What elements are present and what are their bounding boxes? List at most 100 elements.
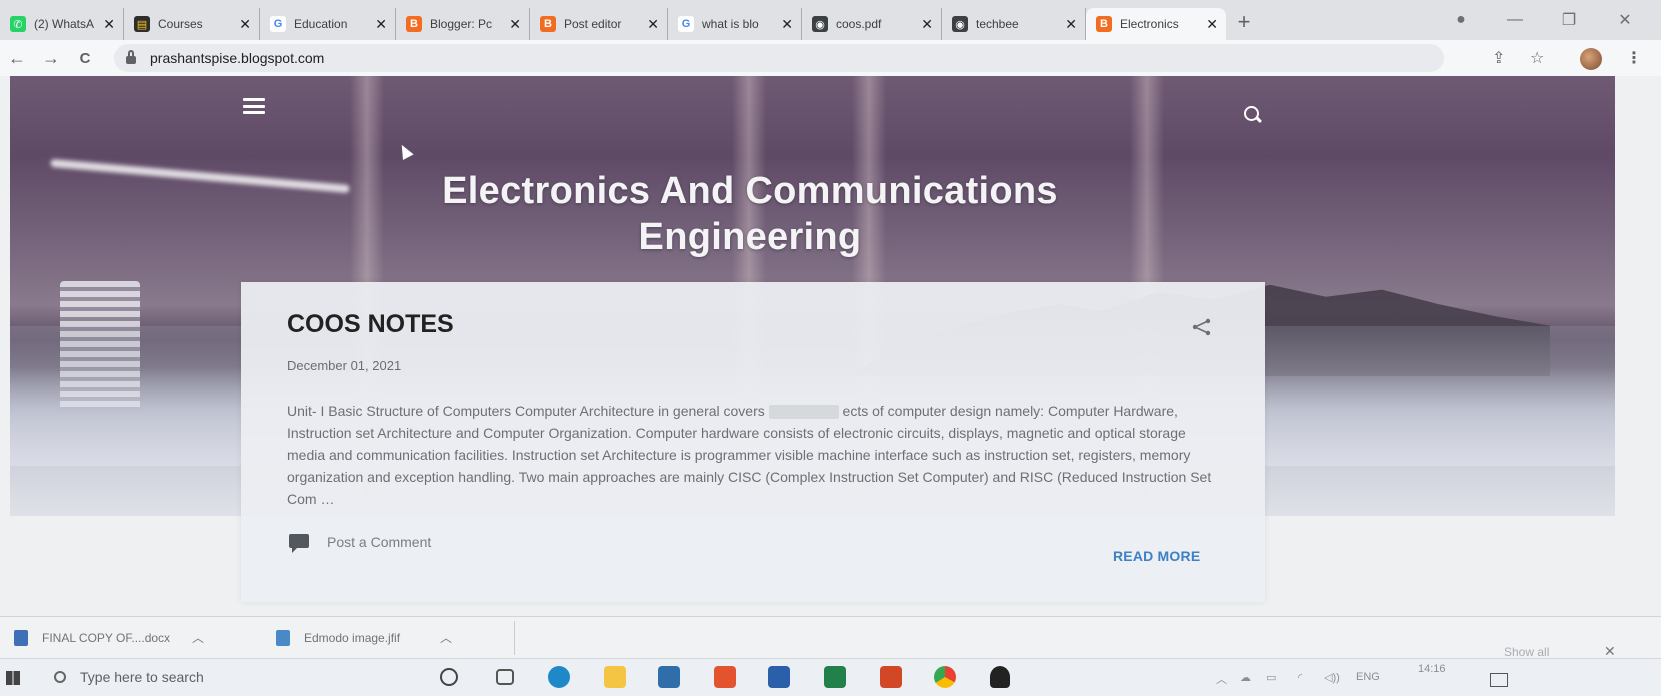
share-page-icon[interactable]: ⇪ bbox=[1492, 48, 1505, 68]
tab-blogger-posts[interactable]: B Blogger: Pc ✕ bbox=[396, 8, 530, 40]
chevron-up-icon[interactable]: ︿ bbox=[440, 629, 452, 646]
light-glare bbox=[50, 158, 350, 194]
back-button[interactable]: ← bbox=[0, 48, 34, 69]
snippet-ellipsis: … bbox=[320, 491, 335, 507]
post-snippet: Unit- I Basic Structure of Computers Com… bbox=[287, 400, 1217, 510]
taskbar-search-box[interactable]: Type here to search bbox=[54, 669, 204, 685]
bookmark-star-icon[interactable]: ☆ bbox=[1530, 48, 1544, 68]
tab-coos-pdf[interactable]: ◉ coos.pdf ✕ bbox=[802, 8, 942, 40]
download-shelf: FINAL COPY OF....docx ︿ Edmodo image.jfi… bbox=[0, 616, 1661, 659]
blogger-icon: B bbox=[540, 16, 556, 32]
globe-icon: ◉ bbox=[812, 16, 828, 32]
chevron-up-icon[interactable]: ︿ bbox=[192, 629, 204, 646]
download-filename: Edmodo image.jfif bbox=[304, 630, 401, 645]
office-icon[interactable] bbox=[714, 666, 736, 688]
post-comment-link[interactable]: Post a Comment bbox=[327, 534, 431, 550]
snippet-text: Unit- I Basic Structure of Computers Com… bbox=[287, 403, 765, 419]
tab-whatsapp[interactable]: ✆ (2) WhatsA ✕ bbox=[0, 8, 124, 40]
notifications-icon[interactable] bbox=[1490, 673, 1508, 687]
courses-icon: ▤ bbox=[134, 16, 150, 32]
file-explorer-icon[interactable] bbox=[604, 666, 626, 688]
tray-chevron-icon[interactable]: ︿ bbox=[1216, 671, 1227, 687]
close-icon[interactable]: ✕ bbox=[375, 16, 387, 33]
new-tab-button[interactable]: + bbox=[1226, 9, 1262, 35]
blogger-icon: B bbox=[1096, 16, 1112, 32]
avatar[interactable] bbox=[1580, 48, 1602, 70]
google-icon: G bbox=[678, 16, 694, 32]
cloud-icon[interactable]: ☁ bbox=[1240, 671, 1251, 684]
windows-taskbar: Type here to search ︿ ☁ ▭ ◜ ◁)) ENG 14:1… bbox=[0, 658, 1661, 696]
tab-label: Post editor bbox=[564, 17, 622, 31]
windows-start-icon[interactable] bbox=[6, 671, 20, 685]
teams-icon[interactable] bbox=[990, 666, 1010, 688]
globe-icon: ◉ bbox=[952, 16, 968, 32]
maximize-icon[interactable]: ❐ bbox=[1544, 0, 1594, 40]
reload-button[interactable]: C bbox=[68, 50, 102, 67]
post-title[interactable]: COOS NOTES bbox=[287, 310, 454, 339]
post-date: December 01, 2021 bbox=[287, 358, 402, 373]
tab-techbee[interactable]: ◉ techbee ✕ bbox=[942, 8, 1086, 40]
edge-icon[interactable] bbox=[548, 666, 570, 688]
tab-post-editor[interactable]: B Post editor ✕ bbox=[530, 8, 668, 40]
google-icon: G bbox=[270, 16, 286, 32]
browser-toolbar: ← → C prashantspise.blogspot.com bbox=[0, 40, 1661, 76]
tab-education[interactable]: G Education ✕ bbox=[260, 8, 396, 40]
tab-label: Education bbox=[294, 17, 348, 31]
tab-label: (2) WhatsA bbox=[34, 17, 95, 31]
language-indicator[interactable]: ENG bbox=[1356, 671, 1380, 683]
close-icon[interactable]: ✕ bbox=[647, 16, 659, 33]
wifi-icon[interactable]: ◜ bbox=[1298, 671, 1302, 684]
post-card: COOS NOTES December 01, 2021 Unit- I Bas… bbox=[241, 282, 1265, 602]
show-all-button[interactable]: Show all bbox=[1504, 645, 1549, 659]
volume-icon[interactable]: ◁)) bbox=[1324, 671, 1340, 684]
mail-icon[interactable] bbox=[658, 666, 680, 688]
powerpoint-icon[interactable] bbox=[880, 666, 902, 688]
search-icon[interactable] bbox=[1244, 106, 1262, 124]
page-viewport: Electronics And Communications Engineeri… bbox=[0, 76, 1661, 616]
close-icon[interactable]: ✕ bbox=[509, 16, 521, 33]
blogger-icon: B bbox=[406, 16, 422, 32]
close-icon[interactable]: ✕ bbox=[103, 16, 115, 33]
download-item[interactable]: FINAL COPY OF....docx ︿ bbox=[14, 629, 204, 646]
tab-label: Electronics bbox=[1120, 17, 1179, 31]
lock-icon bbox=[126, 50, 136, 64]
tab-electronics[interactable]: B Electronics ✕ bbox=[1086, 8, 1226, 40]
close-icon[interactable]: ✕ bbox=[1206, 16, 1218, 33]
share-icon[interactable] bbox=[1191, 318, 1213, 336]
hamburger-menu-icon[interactable] bbox=[243, 98, 265, 114]
browser-tab-strip: ✆ (2) WhatsA ✕ ▤ Courses ✕ G Education ✕… bbox=[0, 0, 1661, 40]
tab-what-is-blog[interactable]: G what is blo ✕ bbox=[668, 8, 802, 40]
kebab-menu-icon[interactable]: ⋮ bbox=[1626, 48, 1642, 68]
close-icon[interactable]: ✕ bbox=[921, 16, 933, 33]
tab-label: what is blo bbox=[702, 17, 759, 31]
chrome-icon[interactable] bbox=[934, 666, 956, 688]
taskbar-search-placeholder: Type here to search bbox=[80, 669, 204, 685]
tab-label: coos.pdf bbox=[836, 17, 882, 31]
redaction-block bbox=[768, 405, 839, 420]
whatsapp-icon: ✆ bbox=[10, 16, 26, 32]
forward-button[interactable]: → bbox=[34, 48, 68, 69]
cortana-icon[interactable] bbox=[440, 668, 458, 686]
word-icon[interactable] bbox=[768, 666, 790, 688]
excel-icon[interactable] bbox=[824, 666, 846, 688]
tab-label: Courses bbox=[158, 17, 203, 31]
divider bbox=[514, 621, 515, 655]
address-bar[interactable]: prashantspise.blogspot.com bbox=[114, 44, 1444, 72]
word-file-icon bbox=[14, 629, 28, 646]
battery-icon[interactable]: ▭ bbox=[1266, 671, 1276, 684]
tab-courses[interactable]: ▤ Courses ✕ bbox=[124, 8, 260, 40]
clock-time[interactable]: 14:16 bbox=[1418, 663, 1446, 675]
read-more-link[interactable]: READ MORE bbox=[1113, 548, 1200, 564]
tab-label: Blogger: Pc bbox=[430, 17, 493, 31]
window-close-icon[interactable]: ✕ bbox=[1600, 0, 1650, 40]
download-item[interactable]: Edmodo image.jfif ︿ bbox=[276, 629, 452, 646]
profile-menu-icon[interactable]: ● bbox=[1436, 0, 1486, 40]
image-file-icon bbox=[276, 629, 290, 646]
close-icon[interactable]: ✕ bbox=[781, 16, 793, 33]
minimize-icon[interactable]: — bbox=[1490, 0, 1540, 40]
close-icon[interactable]: ✕ bbox=[239, 16, 251, 33]
close-icon[interactable]: ✕ bbox=[1065, 16, 1077, 33]
task-view-icon[interactable] bbox=[496, 669, 514, 685]
tab-label: techbee bbox=[976, 17, 1019, 31]
blog-title[interactable]: Electronics And Communications Engineeri… bbox=[340, 168, 1160, 260]
